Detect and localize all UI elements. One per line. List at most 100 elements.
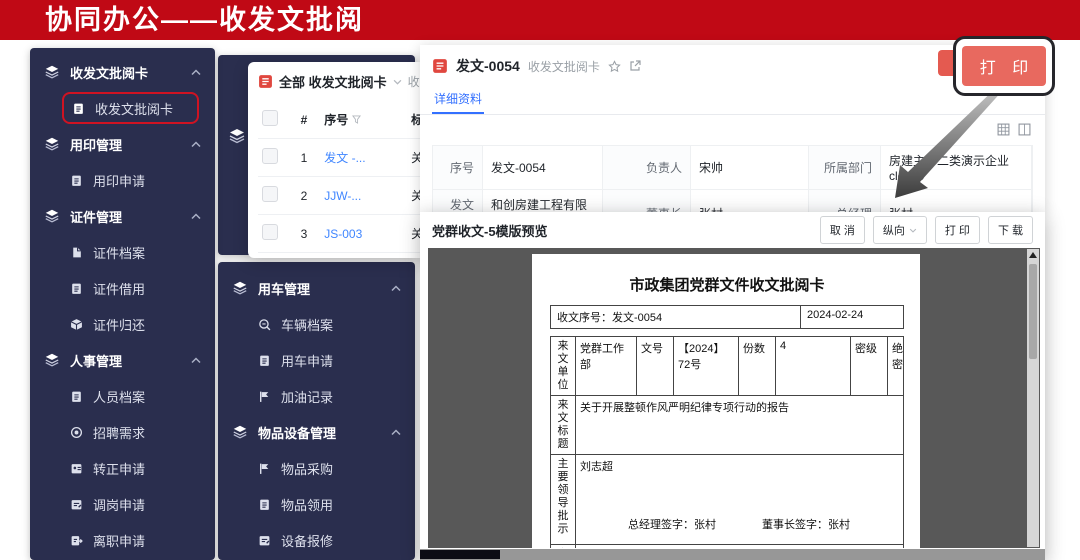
chevron-up-icon: [191, 69, 201, 76]
sidebar-item-label: 调岗申请: [93, 495, 145, 514]
doc-row-header: 主要领导批示: [551, 455, 576, 545]
layers-icon: [44, 64, 60, 80]
doc-leader-remarks: 刘志超 总经理签字：张村 董事长签字：张村: [576, 455, 904, 545]
sidebar-item-zhuanzheng[interactable]: 转正申请: [30, 450, 215, 486]
doc-serial: 收文序号：发文-0054: [551, 306, 800, 328]
sidebar-item-wupin-lingyong[interactable]: 物品领用: [218, 486, 415, 522]
sidebar-item-label: 用印申请: [93, 171, 145, 190]
sidebar-group-renshi[interactable]: 人事管理: [30, 342, 215, 378]
sidebar-item-cheliang-archive[interactable]: 车辆档案: [218, 306, 415, 342]
sidebar-group-yongche[interactable]: 用车管理: [218, 270, 415, 306]
record-table: # 序号 标题 1 发文 -... 关于给 2 JJW-... 关于开 3 JS: [258, 101, 438, 258]
doc-row-header: 来文单位: [551, 337, 576, 396]
cancel-button[interactable]: 取 消: [820, 216, 865, 244]
cell-serial-link[interactable]: 发文 -...: [320, 139, 407, 177]
sidebar-item-zhaopin[interactable]: 招聘需求: [30, 414, 215, 450]
sidebar-item-wupin-caigou[interactable]: 物品采购: [218, 450, 415, 486]
chevron-up-icon: [391, 285, 401, 292]
sidebar-item-label: 证件档案: [93, 243, 145, 262]
search-doc-icon: [258, 318, 271, 331]
sidebar-item-yongyin-apply[interactable]: 用印申请: [30, 162, 215, 198]
sidebar-item-shebei-baoxiu[interactable]: 设备报修: [218, 522, 415, 558]
row-checkbox[interactable]: [258, 177, 297, 215]
sidebar-item-label: 设备报修: [281, 531, 333, 550]
group-label: 用车管理: [258, 279, 310, 298]
clipboard-icon: [70, 390, 83, 403]
sidebar-item-yongche-apply[interactable]: 用车申请: [218, 342, 415, 378]
document-preview-area: 市政集团党群文件收文批阅卡 收文序号：发文-0054 2024-02-24 来文…: [428, 248, 1040, 548]
chevron-up-icon: [391, 429, 401, 436]
print-button-highlighted[interactable]: 打 印: [962, 46, 1046, 86]
table-row[interactable]: 3 JS-003 关于编: [258, 215, 438, 253]
table-row[interactable]: 2 JJW-... 关于开: [258, 177, 438, 215]
sidebar-item-label: 证件归还: [93, 315, 145, 334]
top-banner: 协同办公——收发文批阅: [0, 0, 1080, 40]
file-icon: [70, 246, 83, 259]
col-serial: 序号: [320, 101, 407, 139]
group-label: 人事管理: [70, 351, 122, 370]
filter-icon[interactable]: [352, 115, 361, 124]
layers-icon: [44, 136, 60, 152]
horizontal-scrollbar[interactable]: [420, 549, 1045, 560]
row-checkbox[interactable]: [258, 215, 297, 253]
cell-serial-link[interactable]: 建发文...: [320, 253, 407, 259]
sidebar-item-diaogang[interactable]: 调岗申请: [30, 486, 215, 522]
document-title: 市政集团党群文件收文批阅卡: [550, 274, 904, 295]
document-table: 来文单位 党群工作部 文号 【2024】72号 份数 4 密级 绝密 来文标题 …: [550, 336, 904, 548]
document-page: 市政集团党群文件收文批阅卡 收文序号：发文-0054 2024-02-24 来文…: [532, 254, 920, 548]
field-value-link[interactable]: 宋帅: [691, 146, 809, 190]
sidebar-group-wupin[interactable]: 物品设备管理: [218, 414, 415, 450]
orientation-select[interactable]: 纵向: [873, 216, 927, 244]
column-settings-icon[interactable]: [1018, 123, 1031, 136]
red-doc-icon: [432, 58, 448, 74]
table-row[interactable]: 4 建发文... 关于组: [258, 253, 438, 259]
cell-index: 4: [297, 253, 321, 259]
sidebar-item-zhengjian-borrow[interactable]: 证件借用: [30, 270, 215, 306]
chairman-signature: 董事长签字：张村: [762, 516, 850, 532]
sidebar-group-yongyin[interactable]: 用印管理: [30, 126, 215, 162]
target-icon: [70, 426, 83, 439]
chevron-down-icon: [909, 228, 917, 233]
cell-serial-link[interactable]: JS-003: [320, 215, 407, 253]
group-label: 用印管理: [70, 135, 122, 154]
sidebar-item-label: 加油记录: [281, 387, 333, 406]
chevron-up-icon: [191, 141, 201, 148]
select-all-checkbox[interactable]: [258, 101, 297, 139]
sidebar-item-renyuan-archive[interactable]: 人员档案: [30, 378, 215, 414]
row-checkbox[interactable]: [258, 139, 297, 177]
field-value: 房建主体二类演示企业cloud0: [881, 146, 1032, 190]
doc-edit-icon: [70, 498, 83, 511]
cube-icon: [70, 318, 83, 331]
cell-serial-link[interactable]: JJW-...: [320, 177, 407, 215]
chevron-down-icon[interactable]: [393, 79, 402, 85]
table-view-icon[interactable]: [997, 123, 1010, 136]
modal-download-button[interactable]: 下 载: [988, 216, 1033, 244]
layers-icon: [228, 127, 246, 145]
cell-index: 2: [297, 177, 321, 215]
scroll-up-arrow-icon[interactable]: [1029, 252, 1037, 258]
sidebar-group-shoufawen[interactable]: 收发文批阅卡: [30, 54, 215, 90]
group-label: 证件管理: [70, 207, 122, 226]
sidebar-item-label: 招聘需求: [93, 423, 145, 442]
list-panel: 全部 收发文批阅卡 收发文 # 序号 标题 1 发文 -... 关于给 2 JJ: [248, 62, 438, 258]
doc-edit-icon: [258, 534, 271, 547]
vertical-scrollbar[interactable]: [1027, 249, 1039, 547]
list-title[interactable]: 全部 收发文批阅卡: [279, 72, 387, 91]
sidebar-group-zhengjian[interactable]: 证件管理: [30, 198, 215, 234]
sidebar-item-jiayou[interactable]: 加油记录: [218, 378, 415, 414]
col-index: #: [297, 101, 321, 139]
sidebar-item-shoufawen-card[interactable]: 收发文批阅卡: [62, 92, 199, 124]
external-link-icon[interactable]: [629, 60, 641, 72]
sidebar-item-zhengjian-archive[interactable]: 证件档案: [30, 234, 215, 270]
detail-doc-type: 收发文批阅卡: [528, 58, 600, 75]
sidebar-item-lizhi[interactable]: 离职申请: [30, 522, 215, 558]
sidebar-item-zhengjian-return[interactable]: 证件归还: [30, 306, 215, 342]
table-row[interactable]: 1 发文 -... 关于给: [258, 139, 438, 177]
modal-print-button[interactable]: 打 印: [935, 216, 980, 244]
tab-detail-info[interactable]: 详细资料: [432, 85, 484, 114]
row-checkbox[interactable]: [258, 253, 297, 259]
group-label: 物品设备管理: [258, 423, 336, 442]
sidebar-item-label: 证件借用: [93, 279, 145, 298]
star-icon[interactable]: [608, 60, 621, 73]
clipboard-icon: [70, 282, 83, 295]
